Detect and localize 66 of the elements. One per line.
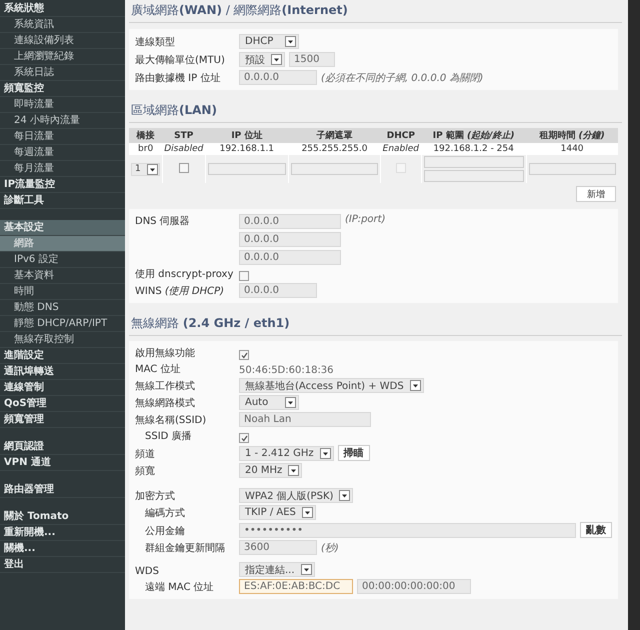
field-label: 無線工作模式 [135,380,196,393]
field-label: 頻道 [135,448,156,461]
hint-text: (秒) [321,542,339,555]
input-field[interactable]: 00:00:00:00:00:00 [357,579,471,594]
field-label: MAC 位址 [135,362,182,376]
column-header: 橋接 [129,128,162,143]
column-header: STP [162,128,206,143]
section-title: 區域網路(LAN) [129,100,622,123]
dropdown[interactable]: 20 MHz [239,463,302,478]
password-field[interactable]: •••••••••• [239,523,576,538]
column-header: 租期時間 (分鐘) [526,128,618,143]
field-label: 頻寬 [135,464,156,478]
input-field[interactable]: 0.0.0.0 [239,250,341,265]
sidebar-item[interactable]: 基本設定 [0,220,125,236]
input-field[interactable]: 0.0.0.0 [239,283,317,298]
field-label: 群組金鑰更新間隔 [144,542,226,555]
input-field[interactable]: 1500 [289,52,335,67]
dropdown[interactable]: 1 - 2.412 GHz [239,446,334,461]
field-label: WINS (使用 DHCP) [135,285,226,298]
table-cell: 192.168.1.2 - 254 [421,143,526,155]
table-cell: Disabled [162,143,206,155]
field-label: 連線類型 [135,36,176,49]
field-label: 路由數據機 IP 位址 [135,72,222,85]
add-button[interactable]: 新增 [576,186,616,202]
dropdown[interactable]: TKIP / AES [239,505,316,520]
random-button[interactable]: 亂數 [580,522,612,538]
column-header: 子網遮罩 [288,128,381,143]
dropdown[interactable]: 1 [131,162,160,176]
table-cell: br0 [129,143,162,155]
input-field[interactable]: ES:AF:0E:AB:BC:DC [239,579,353,594]
input-field[interactable]: Noah Lan [239,412,371,427]
field-label: 編碼方式 [144,506,186,520]
field-label: SSID 廣播 [144,430,193,443]
field-label: 加密方式 [135,490,176,503]
input-field[interactable]: 0.0.0.0 [239,232,341,247]
table-cell: 192.168.1.1 [205,143,288,155]
column-header: IP 位址 [205,128,288,143]
table-cell: Enabled [380,143,422,155]
field-label: 啟用無線功能 [135,346,196,360]
mac-value: 50:46:5D:60:18:36 [239,365,334,376]
dropdown[interactable]: Auto [239,395,299,410]
dropdown[interactable]: DHCP [239,34,299,49]
dropdown[interactable]: WPA2 個人版(PSK) [239,488,354,503]
table-cell: 255.255.255.0 [288,143,381,155]
input-field[interactable]: 3600 [239,540,317,555]
column-header: IP 範圍 (起始/終止) [421,128,526,143]
dropdown[interactable]: 指定連結... [239,562,315,577]
input-field[interactable]: 0.0.0.0 [239,214,341,229]
field-label: WDS [135,565,160,577]
field-label: 無線名稱(SSID) [135,414,208,427]
dropdown[interactable]: 預設 [239,52,285,67]
field-label: 遠端 MAC 位址 [144,580,215,594]
hint-text: (IP:port) [345,214,386,225]
input-field[interactable]: 0.0.0.0 [239,70,317,85]
section-title: 廣域網路(WAN) / 網際網路(Internet) [129,0,622,23]
column-header: DHCP [380,128,422,143]
scan-button[interactable]: 掃瞄 [338,445,370,461]
field-label: 公用金鑰 [144,525,186,538]
field-label: 無線網路模式 [135,396,196,410]
field-label: 使用 dnscrypt-proxy [135,268,234,281]
hint-text: (必須在不同的子網, 0.0.0.0 為關閉) [321,72,484,85]
field-label: 最大傳輸單位(MTU) [135,54,226,67]
table-cell: 1440 [526,143,618,155]
section-title: 無線網路 (2.4 GHz / eth1) [129,313,622,336]
dropdown[interactable]: 無線基地台(Access Point) + WDS [239,378,424,393]
field-label: DNS 伺服器 [135,215,191,228]
